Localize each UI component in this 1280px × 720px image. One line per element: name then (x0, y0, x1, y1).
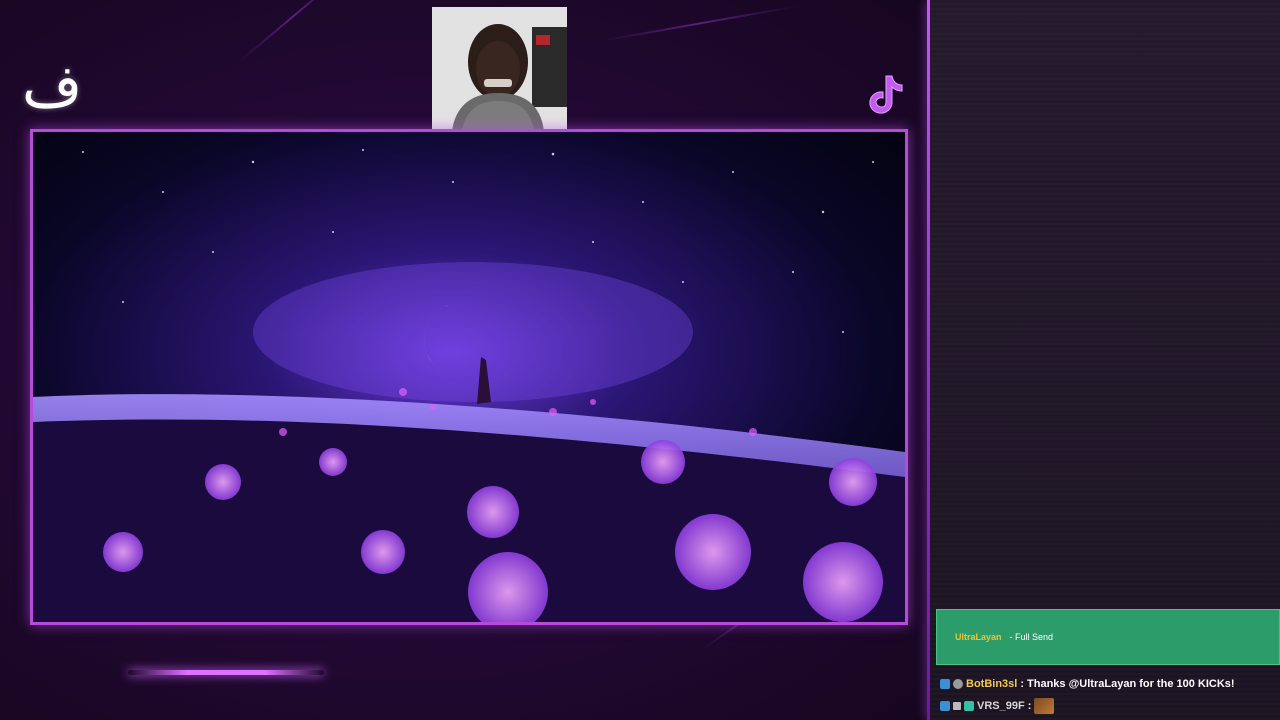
alert-username: UltraLayan (955, 632, 1002, 642)
webcam-image (432, 7, 567, 131)
chat-message: VRS_99F : (940, 698, 1055, 714)
chat-separator: : (1027, 700, 1032, 712)
kick-badge-icon (940, 679, 950, 689)
night-landscape-image (33, 132, 905, 622)
chat-message: BotBin3sl : Thanks @UltraLayan for the 1… (940, 676, 1235, 692)
teal-badge-icon (964, 701, 974, 711)
emote-image (1034, 698, 1055, 714)
follow-alert: UltraLayan - Full Send (936, 609, 1280, 665)
kick-badge-icon (940, 701, 950, 711)
tiktok-icon (869, 75, 903, 114)
chat-username[interactable]: BotBin3sl (966, 678, 1017, 690)
alert-message: - Full Send (1009, 632, 1054, 642)
channel-logo: ف (22, 52, 83, 120)
decorative-streak (599, 5, 798, 42)
chat-separator: : (1020, 678, 1025, 690)
small-badge-icon (953, 702, 961, 710)
bot-badge-icon (953, 679, 963, 689)
decorative-streak (239, 0, 348, 62)
decorative-glow-bar (128, 670, 324, 675)
webcam-feed (432, 7, 567, 131)
chat-text: Thanks @UltraLayan for the 100 KICKs! (1027, 678, 1235, 690)
chat-username[interactable]: VRS_99F (977, 700, 1025, 712)
video-player[interactable] (30, 129, 908, 625)
